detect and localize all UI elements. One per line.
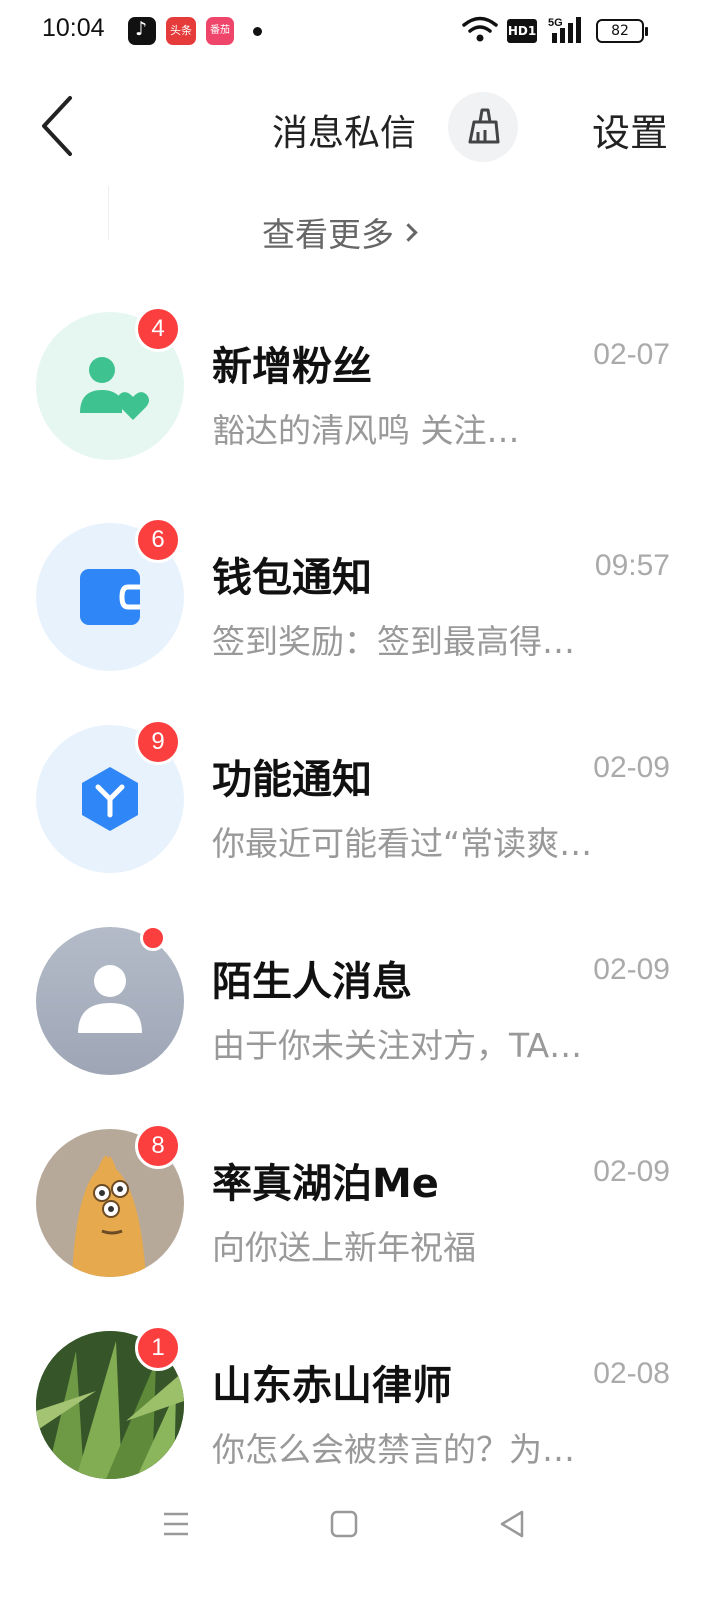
message-preview: 向你送上新年祝福 [212, 1228, 476, 1267]
message-time: 02-08 [593, 1357, 670, 1390]
fanqie-icon: 番茄 [206, 17, 234, 45]
message-time: 02-09 [593, 953, 670, 986]
toutiao-icon: 头条 [166, 17, 196, 45]
tiktok-icon [128, 17, 156, 45]
notification-dot-icon [253, 27, 262, 36]
status-bar: 10:04 头条 番茄 HD1 5G 82 [0, 0, 720, 64]
divider [108, 186, 109, 240]
message-item-feature-notice[interactable]: 9 功能通知 02-09 你最近可能看过“常读爽… [0, 719, 720, 895]
home-icon[interactable] [322, 1502, 366, 1546]
settings-button[interactable]: 设置 [592, 102, 668, 157]
message-preview: 豁达的清风鸣 关注… [212, 411, 520, 450]
message-preview: 由于你未关注对方，TA… [212, 1026, 583, 1065]
message-time: 02-09 [593, 751, 670, 784]
see-more-label: 查看更多 [262, 215, 394, 254]
header: 消息私信 设置 [0, 80, 720, 176]
signal-icon: 5G [548, 17, 581, 43]
message-item-wallet[interactable]: 6 钱包通知 09:57 签到奖励：签到最高得… [0, 517, 720, 693]
unread-badge: 1 [135, 1325, 181, 1371]
clean-button[interactable] [448, 92, 518, 162]
message-time: 02-07 [593, 338, 670, 371]
back-nav-icon[interactable] [490, 1502, 534, 1546]
status-time: 10:04 [42, 14, 105, 42]
broom-icon [468, 108, 500, 144]
network-label: 5G [548, 17, 563, 29]
battery-icon: 82 [596, 19, 648, 43]
message-title: 功能通知 [212, 757, 372, 803]
unread-badge: 4 [135, 306, 181, 352]
message-preview: 签到奖励：签到最高得… [212, 622, 575, 661]
see-more-button[interactable]: 查看更多 [262, 208, 418, 256]
message-title: 陌生人消息 [212, 959, 412, 1005]
unread-dot [140, 925, 166, 951]
avatar [36, 927, 184, 1075]
message-item-user-1[interactable]: 8 率真湖泊Me 02-09 向你送上新年祝福 [0, 1123, 720, 1299]
message-preview: 你怎么会被禁言的？为… [212, 1430, 575, 1469]
message-time: 02-09 [593, 1155, 670, 1188]
hd-icon: HD1 [507, 19, 537, 43]
message-preview: 你最近可能看过“常读爽… [212, 824, 593, 863]
unread-badge: 9 [135, 719, 181, 765]
message-title: 新增粉丝 [212, 344, 372, 390]
message-title: 钱包通知 [212, 555, 372, 601]
page-title: 消息私信 [272, 113, 417, 154]
chevron-right-icon [399, 223, 418, 242]
wifi-icon [462, 16, 498, 42]
message-time: 09:57 [594, 549, 670, 582]
menu-icon[interactable] [154, 1502, 198, 1546]
message-title: 山东赤山律师 [212, 1363, 452, 1409]
message-item-new-followers[interactable]: 4 新增粉丝 02-07 豁达的清风鸣 关注… [0, 306, 720, 482]
unread-badge: 8 [135, 1123, 181, 1169]
message-item-user-2[interactable]: 1 山东赤山律师 02-08 你怎么会被禁言的？为… [0, 1325, 720, 1501]
back-button[interactable] [36, 94, 80, 158]
person-icon [78, 965, 142, 1033]
message-title: 率真湖泊Me [212, 1161, 439, 1207]
message-item-stranger[interactable]: 陌生人消息 02-09 由于你未关注对方，TA… [0, 925, 720, 1097]
system-nav-bar [0, 1480, 720, 1600]
unread-badge: 6 [135, 517, 181, 563]
